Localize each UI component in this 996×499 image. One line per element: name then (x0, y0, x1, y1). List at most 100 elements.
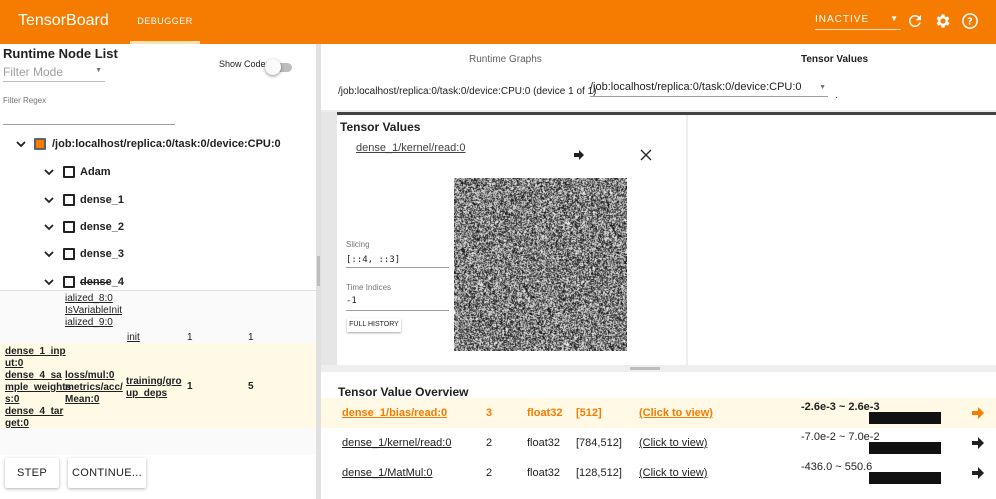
tensor-dtype: float32 (527, 467, 561, 479)
table-link[interactable]: dense_4_sa (5, 370, 62, 381)
value-histogram (869, 472, 941, 484)
value-range: -7.0e-2 ~ 7.0e-2 (801, 431, 880, 443)
table-cell-name[interactable]: training/gro (126, 376, 182, 387)
table-link[interactable]: ut:0 (5, 358, 23, 369)
tensor-name-link[interactable]: dense_1/bias/read:0 (342, 407, 447, 419)
gear-icon[interactable] (934, 12, 952, 30)
value-range: -2.6e-3 ~ 2.6e-3 (801, 401, 880, 413)
value-histogram (869, 412, 941, 424)
table-link[interactable]: loss/mul:0 (65, 370, 114, 381)
tensor-shape: [784,512] (576, 437, 622, 449)
tensor-dtype: float32 (527, 407, 563, 419)
table-link[interactable]: dense_1_inp (5, 346, 66, 357)
svg-text:?: ? (967, 16, 973, 27)
panel-title: Runtime Node List (3, 46, 118, 61)
node-label: dense_1 (80, 194, 125, 206)
table-link[interactable]: ialized_9:0 (65, 317, 113, 328)
checkbox[interactable] (63, 194, 75, 206)
click-to-view-link[interactable]: (Click to view) (639, 437, 707, 449)
arrow-right-icon[interactable] (971, 406, 985, 420)
tensor-value-overview: Tensor Value Overview dense_1/bias/read:… (321, 372, 996, 499)
caret-down-icon: ▼ (890, 14, 899, 23)
step-button[interactable]: STEP (5, 458, 59, 488)
time-indices-input[interactable]: -1 (346, 296, 357, 306)
chevron-down-icon[interactable] (44, 222, 54, 232)
tensor-heatmap[interactable] (454, 178, 627, 351)
caret-down-icon: ▼ (819, 84, 826, 91)
device-dropdown-value: /job:localhost/replica:0/task:0/device:C… (590, 81, 802, 93)
table-cell-count: 1 (187, 381, 193, 392)
splitter-handle[interactable] (630, 367, 660, 370)
tree-node[interactable]: dense_1 (0, 190, 316, 210)
top-app-bar: TensorBoard DEBUGGER INACTIVE ▼ ? (0, 0, 996, 44)
tensor-dtype: float32 (527, 437, 561, 449)
tensor-name-link[interactable]: dense_1/MatMul:0 (342, 467, 433, 479)
table-cell-count: 5 (248, 381, 254, 392)
checkbox-device[interactable] (34, 138, 46, 150)
filter-regex-input[interactable] (3, 124, 175, 125)
continue-button[interactable]: CONTINUE... (68, 458, 146, 488)
tab-tensor-values[interactable]: Tensor Values (801, 54, 868, 65)
checkbox[interactable] (63, 166, 75, 178)
underline (80, 282, 110, 283)
splitter-handle[interactable] (317, 256, 320, 286)
tab-debugger[interactable]: DEBUGGER (130, 0, 200, 44)
device-dropdown[interactable]: /job:localhost/replica:0/task:0/device:C… (590, 81, 828, 97)
table-link[interactable]: get:0 (5, 418, 29, 429)
tree-node[interactable]: Adam (0, 162, 316, 182)
time-indices-underline (346, 310, 449, 311)
close-icon[interactable] (640, 149, 652, 161)
tensor-name-link[interactable]: dense_1/kernel/read:0 (356, 142, 465, 154)
overview-row[interactable]: dense_1/bias/read:0 3 float32 [512] (Cli… (321, 400, 996, 430)
slicing-label: Slicing (346, 240, 370, 249)
click-to-view-link[interactable]: (Click to view) (639, 467, 707, 479)
table-link[interactable]: mple_weights (5, 382, 71, 393)
table-link[interactable]: IsVariableInit (65, 305, 122, 316)
app-title: TensorBoard (18, 12, 109, 29)
table-cell-name[interactable]: init (127, 332, 140, 343)
chevron-down-icon[interactable] (44, 249, 54, 259)
status-dropdown[interactable]: INACTIVE ▼ (815, 14, 901, 30)
tab-runtime-graphs[interactable]: Runtime Graphs (469, 54, 542, 65)
table-cell-count: 1 (248, 332, 254, 343)
tensor-shape: [512] (576, 407, 602, 419)
table-link[interactable]: dense_4_tar (5, 406, 63, 417)
refresh-icon[interactable] (906, 12, 924, 30)
table-link[interactable]: s:0 (5, 394, 19, 405)
table-cell-name[interactable]: up_deps (126, 388, 167, 399)
click-to-view-link[interactable]: (Click to view) (639, 407, 713, 419)
chevron-down-icon[interactable] (44, 277, 54, 287)
tree-node[interactable]: dense_2 (0, 217, 316, 237)
show-code-label: Show Code: (219, 59, 269, 69)
overview-row[interactable]: dense_1/MatMul:0 2 float32 [128,512] (Cl… (321, 460, 996, 490)
checkbox[interactable] (63, 276, 75, 288)
checkbox[interactable] (63, 248, 75, 260)
overview-title: Tensor Value Overview (338, 385, 469, 399)
filter-mode-dropdown[interactable]: Filter Mode ▼ (3, 65, 105, 82)
tensor-count: 2 (486, 467, 493, 479)
arrow-right-icon[interactable] (971, 466, 985, 480)
tree-node[interactable]: dense_3 (0, 244, 316, 264)
table-link[interactable]: metrics/acc/ (65, 382, 123, 393)
tree-node-device[interactable]: /job:localhost/replica:0/task:0/device:C… (0, 134, 316, 154)
arrow-right-icon[interactable] (971, 436, 985, 450)
chevron-down-icon[interactable] (16, 139, 26, 149)
chevron-down-icon[interactable] (44, 167, 54, 177)
full-history-button[interactable]: FULL HISTORY (347, 318, 401, 332)
tensor-name-link[interactable]: dense_1/kernel/read:0 (342, 437, 451, 449)
table-link[interactable]: Mean:0 (65, 394, 99, 405)
status-label: INACTIVE (815, 14, 870, 25)
slicing-underline (346, 267, 449, 268)
overview-row[interactable]: dense_1/kernel/read:0 2 float32 [784,512… (321, 430, 996, 460)
checkbox[interactable] (63, 221, 75, 233)
node-label: dense_3 (80, 248, 125, 260)
arrow-right-icon[interactable] (573, 149, 585, 161)
table-link[interactable]: ialized_8:0 (65, 293, 113, 304)
help-icon[interactable]: ? (961, 12, 979, 30)
show-code-toggle-knob[interactable] (265, 59, 281, 75)
empty-panel (688, 115, 996, 365)
tree-node[interactable]: dense_4 (0, 272, 316, 292)
slicing-input[interactable]: [::4, ::3] (346, 255, 400, 265)
chevron-down-icon[interactable] (44, 195, 54, 205)
device-node-label: /job:localhost/replica:0/task:0/device:C… (52, 138, 281, 150)
